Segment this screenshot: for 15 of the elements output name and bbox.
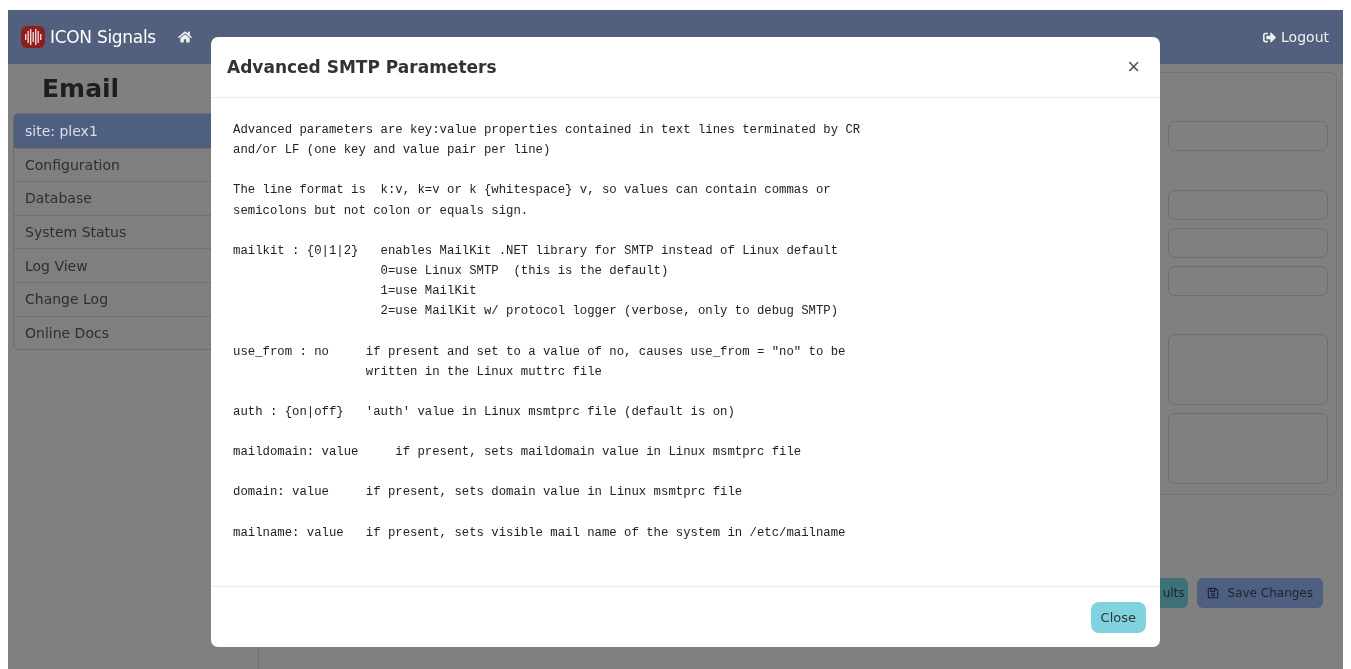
close-button[interactable]: Close [1090, 601, 1146, 633]
help-text: maildomain: value if present, sets maildomain value in Linux msmtprc file [233, 444, 802, 462]
logo-icon [21, 26, 45, 48]
page-heading: Email [42, 74, 121, 103]
home-icon[interactable] [177, 30, 192, 44]
logout-icon [1263, 30, 1277, 44]
save-button[interactable]: Save Changes [1196, 578, 1323, 608]
help-text: mailname: value if present, sets visible mail name of the system in /etc/mailname [233, 524, 846, 542]
help-text: domain: value if present, sets domain value in Linux msmtprc file [233, 484, 743, 502]
help-text: auth : {on|off} 'auth' value in Linux msmtprc file (default is on) [233, 404, 735, 422]
save-icon [1206, 587, 1219, 599]
modal-title: Advanced SMTP Parameters [227, 57, 497, 77]
logout-link[interactable]: Logout [1263, 29, 1329, 45]
brand-name[interactable]: ICON Signals [50, 27, 156, 47]
close-button[interactable]: × [1123, 54, 1144, 80]
